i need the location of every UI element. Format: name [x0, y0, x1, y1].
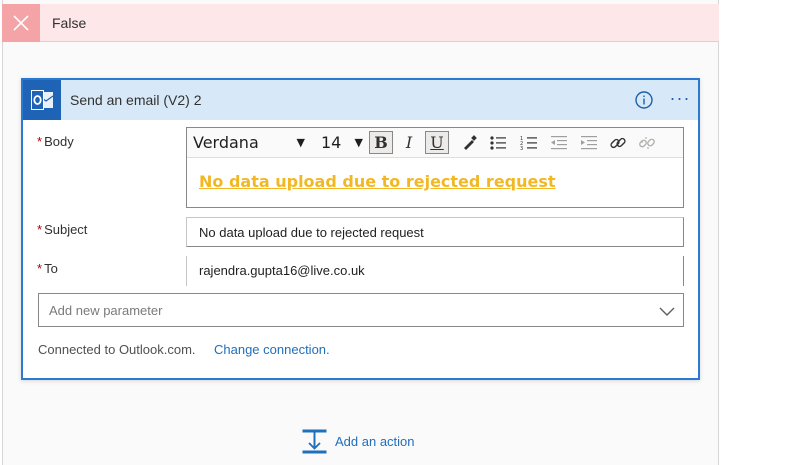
- increase-indent-icon[interactable]: [577, 131, 601, 154]
- subject-label: * Subject: [37, 222, 88, 237]
- branch-title: False: [52, 15, 87, 31]
- underline-button[interactable]: U: [425, 131, 449, 154]
- add-new-parameter-dropdown[interactable]: Add new parameter: [38, 293, 684, 327]
- bold-button[interactable]: B: [369, 131, 393, 154]
- send-email-action-card: Send an email (V2) 2 ··· * Body Verdana ▼…: [21, 78, 700, 380]
- change-connection-link[interactable]: Change connection.: [214, 342, 330, 357]
- chevron-down-icon: ▼: [354, 136, 363, 149]
- outlook-icon: [23, 80, 61, 120]
- numbered-list-icon[interactable]: 1 2 3: [517, 131, 541, 154]
- email-body-content[interactable]: No data upload due to rejected request: [199, 172, 556, 191]
- body-label: * Body: [37, 134, 74, 149]
- bulleted-list-icon[interactable]: [486, 131, 510, 154]
- chevron-down-icon: ▼: [296, 136, 305, 149]
- required-marker: *: [37, 261, 43, 276]
- decrease-indent-icon[interactable]: [547, 131, 571, 154]
- font-family-select[interactable]: Verdana ▼: [193, 132, 309, 154]
- action-card-header[interactable]: Send an email (V2) 2 ···: [23, 80, 698, 120]
- false-branch-header[interactable]: False: [2, 4, 719, 42]
- required-marker: *: [37, 134, 43, 149]
- link-icon[interactable]: [606, 131, 630, 154]
- close-icon[interactable]: [2, 4, 40, 42]
- editor-toolbar: Verdana ▼ 14 ▼ B I U 1 2 3: [187, 128, 683, 158]
- action-title[interactable]: Send an email (V2) 2: [70, 80, 202, 120]
- subject-input[interactable]: No data upload due to rejected request: [186, 217, 684, 247]
- body-rich-text-editor[interactable]: Verdana ▼ 14 ▼ B I U 1 2 3 No data uploa…: [186, 127, 684, 208]
- add-action-icon: [302, 429, 327, 453]
- required-marker: *: [37, 222, 43, 237]
- font-size-select[interactable]: 14 ▼: [321, 132, 363, 154]
- add-action-label: Add an action: [335, 433, 415, 449]
- to-input[interactable]: rajendra.gupta16@live.co.uk: [186, 256, 684, 286]
- svg-text:3: 3: [520, 146, 523, 151]
- unlink-icon[interactable]: [635, 131, 659, 154]
- add-action-button[interactable]: Add an action: [302, 428, 415, 454]
- more-options-icon[interactable]: ···: [668, 88, 692, 112]
- font-color-icon[interactable]: [457, 131, 481, 154]
- connection-status: Connected to Outlook.com.: [38, 342, 196, 357]
- info-icon[interactable]: [634, 90, 654, 110]
- to-label: * To: [37, 261, 58, 276]
- italic-button[interactable]: I: [397, 131, 421, 154]
- add-parameter-placeholder: Add new parameter: [49, 303, 163, 318]
- chevron-down-icon: [659, 307, 675, 316]
